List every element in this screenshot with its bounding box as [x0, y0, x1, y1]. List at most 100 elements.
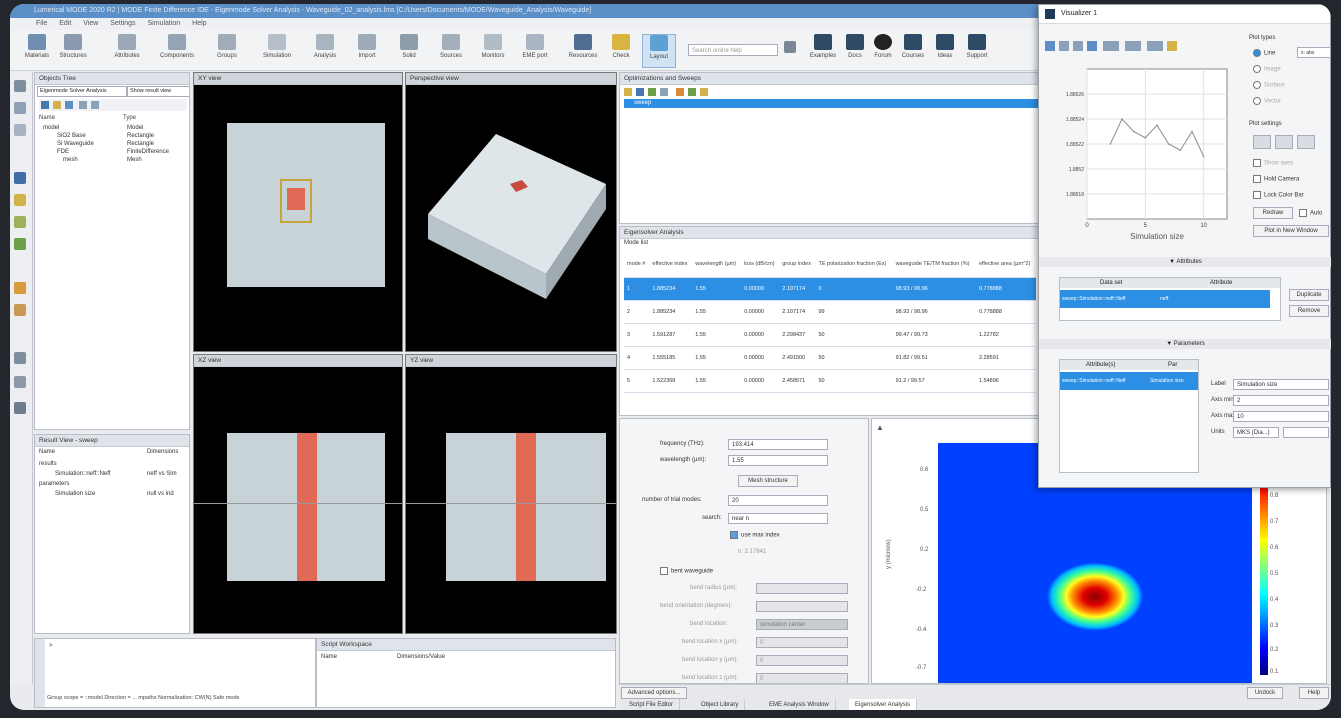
- resources-button[interactable]: Resources: [566, 34, 600, 68]
- eme-port-button[interactable]: EME port: [518, 34, 552, 68]
- vis-zoom-icon[interactable]: [1045, 41, 1055, 51]
- sources-button[interactable]: Sources: [434, 34, 468, 68]
- yz-view[interactable]: YZ view: [405, 354, 617, 634]
- xz-view[interactable]: XZ view: [193, 354, 403, 634]
- tab-object-library[interactable]: Object Library: [695, 699, 746, 710]
- lock-color-bar-checkbox[interactable]: Lock Color Bar: [1253, 191, 1304, 199]
- search-button[interactable]: [780, 34, 800, 68]
- duplicate-button[interactable]: Duplicate: [1289, 289, 1329, 301]
- table-row[interactable]: 4 1.555185 1.55 0.00000 2.491500 50 91.82 / 99…: [624, 346, 1036, 370]
- select-tool-icon[interactable]: [14, 80, 26, 92]
- bend-location-select[interactable]: simulation center: [756, 619, 848, 630]
- analysis-button[interactable]: Analysis: [308, 34, 342, 68]
- view-3d-icon[interactable]: [14, 304, 26, 316]
- mesh-structure-button[interactable]: Mesh structure: [738, 475, 798, 487]
- vis-export-icon[interactable]: [1103, 41, 1119, 51]
- axis-max-input[interactable]: 10: [1233, 411, 1329, 422]
- tree-item-model[interactable]: model: [43, 125, 59, 131]
- pointer-tool-icon[interactable]: [14, 172, 26, 184]
- folder-icon[interactable]: [53, 101, 61, 109]
- table-row[interactable]: 1 1.885234 1.55 0.00000 2.107174 0 98.93 / 98.…: [624, 277, 1036, 301]
- frequency-input[interactable]: 193.414: [728, 439, 828, 450]
- table-row[interactable]: 5 1.522368 1.55 0.00000 2.458571 50 91.2 / 99.…: [624, 369, 1036, 393]
- sweep-edit-icon[interactable]: [636, 88, 644, 96]
- bend-orientation-input[interactable]: [756, 601, 848, 612]
- advanced-options-button[interactable]: Advanced options...: [621, 687, 687, 699]
- hold-camera-checkbox[interactable]: Hold Camera: [1253, 175, 1299, 183]
- layout-2-icon[interactable]: [14, 376, 26, 388]
- units-secondary-select[interactable]: [1283, 427, 1329, 438]
- monitors-button[interactable]: Monitors: [476, 34, 510, 68]
- table-row[interactable]: 2 1.885234 1.55 0.00000 2.107174 99 98.93 / 98…: [624, 300, 1036, 324]
- tab-eigensolver-analysis[interactable]: Eigensolver Analysis: [849, 699, 918, 710]
- courses-button[interactable]: Courses: [896, 34, 930, 68]
- plot-type-vector[interactable]: Vector: [1253, 97, 1281, 105]
- plot-type-value[interactable]: x: abs: [1297, 47, 1331, 58]
- materials-button[interactable]: Materials: [20, 34, 54, 68]
- import-button[interactable]: Import: [350, 34, 384, 68]
- sweep-item[interactable]: sweep: [624, 99, 1042, 108]
- pan-tool-icon[interactable]: [14, 216, 26, 228]
- plot-settings-btn-2[interactable]: [1275, 135, 1293, 149]
- vis-select-icon[interactable]: [1073, 41, 1083, 51]
- bend-radius-input[interactable]: [756, 583, 848, 594]
- view-xy-icon[interactable]: [14, 282, 26, 294]
- neff-convergence-chart[interactable]: 1.88526 1.88524 1.88522 1.8852 1.88518 0 5 10 Si…: [1047, 63, 1237, 253]
- plot-type-line[interactable]: Line: [1253, 49, 1275, 57]
- support-button[interactable]: Support: [960, 34, 994, 68]
- units-select[interactable]: MKS (Dia...): [1233, 427, 1279, 438]
- tree-item-mesh[interactable]: mesh: [63, 157, 78, 163]
- parameters-row[interactable]: sweep::Simulation::neff::Neff Simulation…: [1060, 372, 1198, 390]
- sweep-run-icon[interactable]: [660, 88, 668, 96]
- sweep-export-icon[interactable]: [688, 88, 696, 96]
- redraw-button[interactable]: Redraw: [1253, 207, 1293, 219]
- attributes-row[interactable]: sweep::Simulation::neff::Neff neff: [1060, 290, 1270, 308]
- table-row[interactable]: 3 1.591287 1.55 0.00000 2.298437 50 99.47 / 99…: [624, 323, 1036, 347]
- bend-z-input[interactable]: 0: [756, 673, 848, 683]
- search-help-input[interactable]: Search online help: [688, 44, 778, 56]
- menu-settings[interactable]: Settings: [110, 20, 135, 27]
- tree-item-sio2-base[interactable]: SiO2 Base: [57, 133, 86, 139]
- check-button[interactable]: Check: [604, 34, 638, 68]
- vis-edit-icon[interactable]: [1167, 41, 1177, 51]
- vis-fx-icon[interactable]: [1147, 41, 1163, 51]
- up-icon[interactable]: [41, 101, 49, 109]
- plot-settings-btn-3[interactable]: [1297, 135, 1315, 149]
- structures-button[interactable]: Structures: [56, 34, 90, 68]
- tab-eme-analysis-window[interactable]: EME Analysis Window: [763, 699, 836, 710]
- menu-edit[interactable]: Edit: [59, 20, 71, 27]
- zoom-tool-icon[interactable]: [14, 194, 26, 206]
- bent-waveguide-checkbox[interactable]: bent waveguide: [660, 567, 713, 575]
- tree-item-fde[interactable]: FDE: [57, 149, 69, 155]
- vis-magnify-icon[interactable]: [1087, 41, 1097, 51]
- measure-tool-icon[interactable]: [14, 238, 26, 250]
- layout-4-icon[interactable]: [14, 402, 26, 414]
- tree-item-si-waveguide[interactable]: Si Waveguide: [57, 141, 94, 147]
- help-button[interactable]: Help: [1299, 687, 1329, 699]
- vis-sum-icon[interactable]: [1125, 41, 1141, 51]
- xy-view[interactable]: XY view: [193, 72, 403, 352]
- remove-button[interactable]: Remove: [1289, 305, 1329, 317]
- sweep-add-icon[interactable]: [624, 88, 632, 96]
- components-button[interactable]: Components: [160, 34, 194, 68]
- menu-view[interactable]: View: [83, 20, 98, 27]
- trial-modes-input[interactable]: 20: [728, 495, 828, 506]
- parameters-section-header[interactable]: ▼ Parameters: [1039, 339, 1331, 349]
- attributes-section-header[interactable]: ▼ Attributes: [1039, 257, 1331, 267]
- perspective-view[interactable]: Perspective view: [405, 72, 617, 352]
- bend-x-input[interactable]: 0: [756, 637, 848, 648]
- groups-button[interactable]: Groups: [210, 34, 244, 68]
- ideas-button[interactable]: Ideas: [928, 34, 962, 68]
- undock-button[interactable]: Undock: [1247, 687, 1283, 699]
- layout-1-icon[interactable]: [14, 352, 26, 364]
- examples-button[interactable]: Examples: [806, 34, 840, 68]
- axis-min-input[interactable]: 2: [1233, 395, 1329, 406]
- forum-button[interactable]: Forum: [866, 34, 900, 68]
- layout-button[interactable]: Layout: [642, 34, 676, 68]
- move-down-icon[interactable]: [91, 101, 99, 109]
- wavelength-input[interactable]: 1.55: [728, 455, 828, 466]
- grid-tool-icon[interactable]: [14, 124, 26, 136]
- plot-type-surface[interactable]: Surface: [1253, 81, 1285, 89]
- simulation-button[interactable]: Simulation: [260, 34, 294, 68]
- filter-icon[interactable]: [65, 101, 73, 109]
